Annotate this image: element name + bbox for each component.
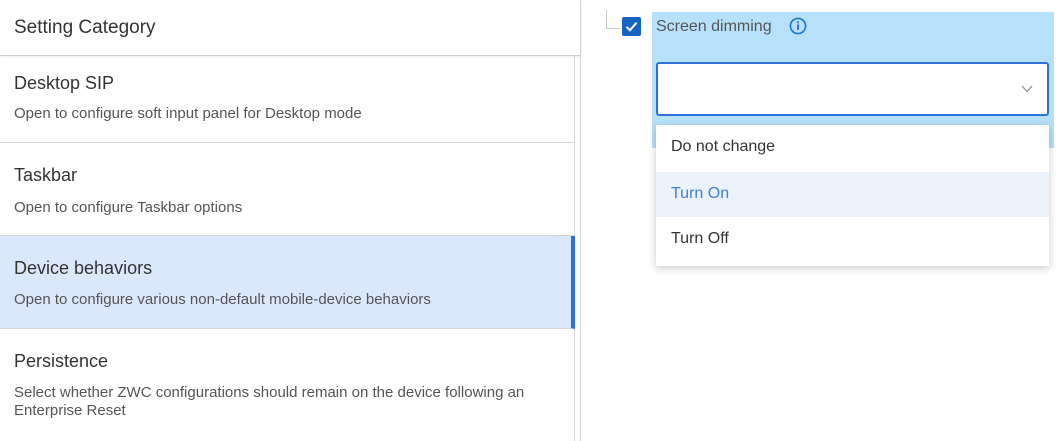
info-icon[interactable] — [789, 17, 807, 35]
option-turn-off[interactable]: Turn Off — [656, 217, 1049, 262]
category-item-taskbar[interactable]: Taskbar Open to configure Taskbar option… — [0, 143, 575, 236]
category-header-title: Setting Category — [14, 17, 156, 38]
category-item-description: Select whether ZWC configurations should… — [14, 384, 525, 419]
category-item-title: Persistence — [14, 351, 109, 371]
category-item-title: Taskbar — [14, 165, 78, 185]
option-label: Turn Off — [671, 230, 729, 247]
option-label: Turn On — [671, 185, 730, 202]
option-label: Do not change — [671, 138, 776, 155]
category-item-persistence[interactable]: Persistence Select whether ZWC configura… — [0, 329, 575, 441]
setting-label: Screen dimming — [656, 18, 772, 35]
category-panel: Setting Category Desktop SIP Open to con… — [0, 0, 581, 441]
category-item-device-behaviors[interactable]: Device behaviors Open to configure vario… — [0, 236, 575, 329]
category-item-description: Open to configure various non-default mo… — [14, 291, 431, 308]
category-item-title: Desktop SIP — [14, 73, 115, 93]
category-item-title: Device behaviors — [14, 258, 153, 278]
tree-connector — [606, 28, 620, 29]
category-item-description: Open to configure Taskbar options — [14, 199, 243, 216]
screen-dimming-select[interactable] — [656, 62, 1049, 116]
chevron-down-icon — [1021, 85, 1033, 93]
select-dropdown: Do not change Turn On Turn Off — [656, 125, 1049, 266]
category-item-description: Open to configure soft input panel for D… — [14, 105, 362, 122]
option-do-not-change[interactable]: Do not change — [656, 125, 1049, 170]
check-icon — [625, 22, 638, 32]
screen-dimming-checkbox[interactable] — [622, 17, 641, 36]
option-turn-on[interactable]: Turn On — [656, 172, 1049, 217]
tree-connector — [606, 10, 607, 28]
app-window: Setting Category Desktop SIP Open to con… — [0, 0, 1064, 441]
category-item-desktop-sip[interactable]: Desktop SIP Open to configure soft input… — [0, 56, 575, 143]
category-header: Setting Category — [0, 0, 581, 56]
category-list: Desktop SIP Open to configure soft input… — [0, 56, 575, 441]
